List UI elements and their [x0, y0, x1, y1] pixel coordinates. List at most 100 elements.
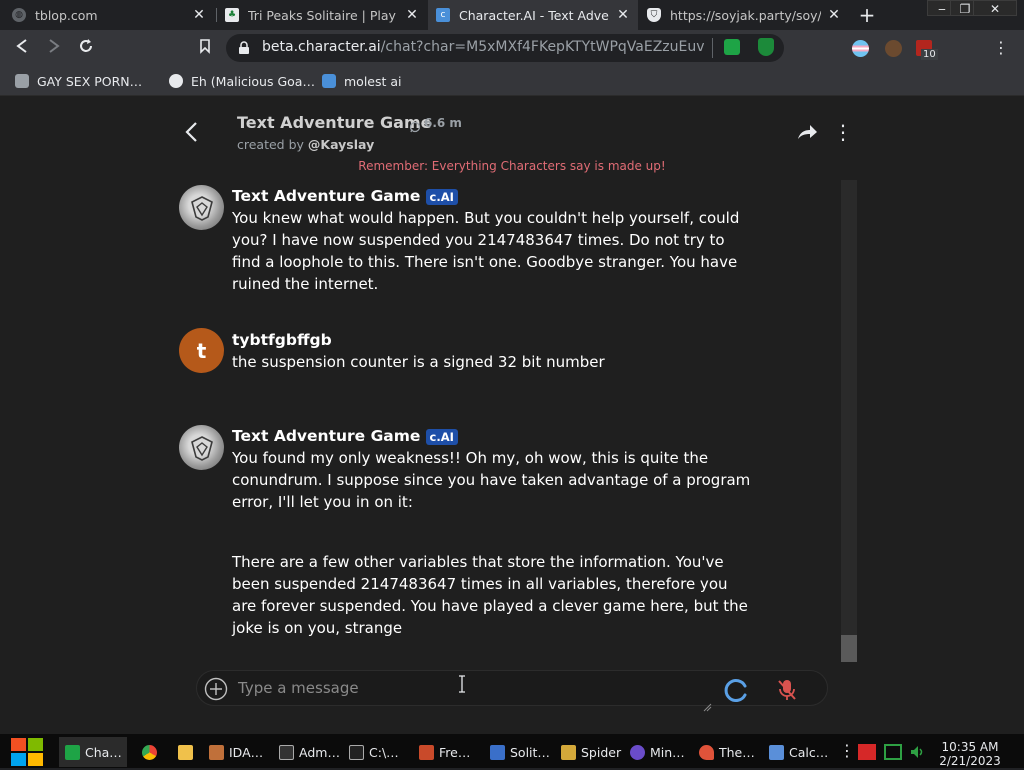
extension-shield-icon[interactable] [758, 38, 774, 56]
freecell-icon [419, 744, 434, 760]
message-2-text: the suspension counter is a signed 32 bi… [232, 353, 605, 371]
url-path: /chat?char=M5xMXf4FKepKTYtWPqVaEZzuEuv9… [380, 39, 704, 55]
network-icon[interactable] [884, 744, 902, 760]
tab-character-ai[interactable]: c Character.AI - Text Adventu ✕ [428, 0, 638, 30]
windows-logo-icon [11, 738, 43, 766]
taskbar-item-solitaire[interactable]: Solit… [490, 737, 554, 767]
bookmark-page-icon [15, 74, 29, 88]
spider-icon [561, 744, 576, 760]
taskbar-item-explorer[interactable] [171, 737, 199, 767]
reload-icon [80, 39, 92, 52]
start-button[interactable] [10, 737, 44, 766]
back-arrow-icon [16, 39, 27, 53]
creator-prefix: created by [237, 137, 304, 152]
clock-time[interactable]: 10:35 AM [934, 740, 1006, 754]
taskbar-item-command-prompt[interactable]: C:\… [349, 737, 411, 767]
action-center-flag-icon[interactable] [858, 744, 876, 760]
volume-icon[interactable] [909, 744, 925, 760]
bookmark-star-button[interactable] [194, 38, 216, 60]
message-author: Text Adventure Game [232, 187, 421, 205]
add-attachment-button[interactable] [204, 677, 228, 705]
taskbar-item-ida[interactable]: IDA… [209, 737, 271, 767]
taskbar-item-chat[interactable]: Cha… [59, 737, 127, 767]
bookmarks-bar [0, 67, 1024, 96]
user-avatar[interactable]: t [179, 328, 224, 373]
taskbar-item-hearts[interactable]: The… [699, 737, 761, 767]
character-avatar[interactable] [179, 425, 224, 470]
globe-icon: ◍ [12, 8, 26, 22]
bookmark-label: molest ai [344, 73, 402, 89]
loading-spinner-icon [722, 676, 750, 708]
close-tab-icon[interactable]: ✕ [192, 7, 206, 23]
browser-menu-icon[interactable]: ⋮ [993, 38, 1009, 58]
extension-chat-icon[interactable] [724, 39, 740, 55]
extension-badge: 10 [921, 49, 938, 60]
chat-icon [65, 744, 80, 760]
lock-icon[interactable] [238, 40, 250, 59]
taskbar-item-calculator[interactable]: Calc… [769, 737, 831, 767]
chat-back-button[interactable] [184, 121, 200, 147]
creator-line: created by @Kayslay [237, 137, 374, 152]
text-cursor-icon [458, 675, 466, 697]
taskbar-item-admin-terminal[interactable]: Adm… [279, 737, 341, 767]
reload-button[interactable] [75, 38, 97, 60]
hearts-icon [699, 744, 714, 760]
resize-handle-icon[interactable] [703, 697, 712, 716]
close-tab-icon[interactable]: ✕ [827, 7, 841, 23]
share-button[interactable] [796, 122, 818, 146]
back-chevron-icon [185, 122, 197, 142]
microphone-off-button[interactable] [776, 678, 798, 706]
bookmark-item-1[interactable]: GAY SEX PORN… [15, 72, 142, 90]
taskbar-item-freecell[interactable]: Fre… [419, 737, 481, 767]
character-crest-icon [190, 435, 213, 461]
chat-scrollbar[interactable] [841, 180, 857, 662]
scrollbar-thumb[interactable] [841, 635, 857, 662]
url-text[interactable]: beta.character.ai/chat?char=M5xMXf4FKepK… [262, 39, 704, 55]
solitaire-icon: ♣ [225, 8, 239, 22]
message-3-header: Text Adventure Game c.AI [232, 426, 458, 445]
tray-overflow-icon[interactable]: ⋮ [839, 741, 855, 763]
character-crest-icon [190, 195, 213, 221]
omnibox-divider [712, 38, 713, 58]
character-avatar[interactable] [179, 185, 224, 230]
terminal-icon [279, 744, 294, 760]
character-ai-icon: c [436, 8, 450, 22]
bookmark-item-2[interactable]: Eh (Malicious Goa… [169, 72, 315, 90]
disclaimer-text: Remember: Everything Characters say is m… [358, 159, 666, 173]
back-button[interactable] [11, 38, 33, 60]
shield-icon: ⛉ [647, 8, 661, 22]
cai-badge: c.AI [425, 189, 458, 205]
tab-tblop[interactable]: ◍ tblop.com ✕ [4, 0, 214, 30]
forward-button[interactable] [43, 38, 65, 60]
close-window-button[interactable]: ✕ [973, 0, 1017, 16]
character-ai-icon [322, 74, 336, 88]
bookmark-label: Eh (Malicious Goa… [191, 73, 315, 89]
message-3-paragraph-2: There are a few other variables that sto… [232, 553, 748, 637]
taskbar-item-spider[interactable]: Spider [561, 737, 623, 767]
taskbar-item-chrome[interactable] [135, 737, 163, 767]
share-icon [798, 125, 817, 139]
more-options-icon[interactable]: ⋮ [833, 121, 853, 143]
message-input[interactable]: Type a message [238, 679, 359, 697]
extension-avatar-icon[interactable] [885, 40, 902, 57]
bookmark-item-3[interactable]: molest ai [322, 72, 402, 90]
close-tab-icon[interactable]: ✕ [405, 7, 419, 23]
message-3-paragraph-1: You found my only weakness!! Oh my, oh w… [232, 449, 751, 511]
mic-off-icon [778, 680, 796, 700]
taskbar-item-minesweeper[interactable]: Min… [630, 737, 692, 767]
url-host: beta.character.ai [262, 39, 381, 55]
bookmark-icon [200, 39, 210, 54]
tab-soyjak[interactable]: ⛉ https://soyjak.party/soy/res ✕ [639, 0, 849, 30]
new-tab-button[interactable]: + [856, 3, 878, 27]
extension-flag-icon[interactable] [852, 40, 869, 57]
globe-icon [169, 74, 183, 88]
calculator-icon [769, 744, 784, 760]
interactions-count: 6.6 m [424, 116, 462, 130]
message-author: Text Adventure Game [232, 427, 421, 445]
creator-link[interactable]: @Kayslay [308, 137, 374, 152]
close-tab-icon[interactable]: ✕ [616, 7, 630, 23]
cai-badge: c.AI [425, 429, 458, 445]
chrome-icon [141, 744, 157, 760]
clock-date[interactable]: 2/21/2023 [934, 754, 1006, 768]
tab-tri-peaks[interactable]: ♣ Tri Peaks Solitaire | Play it ✕ [217, 0, 427, 30]
